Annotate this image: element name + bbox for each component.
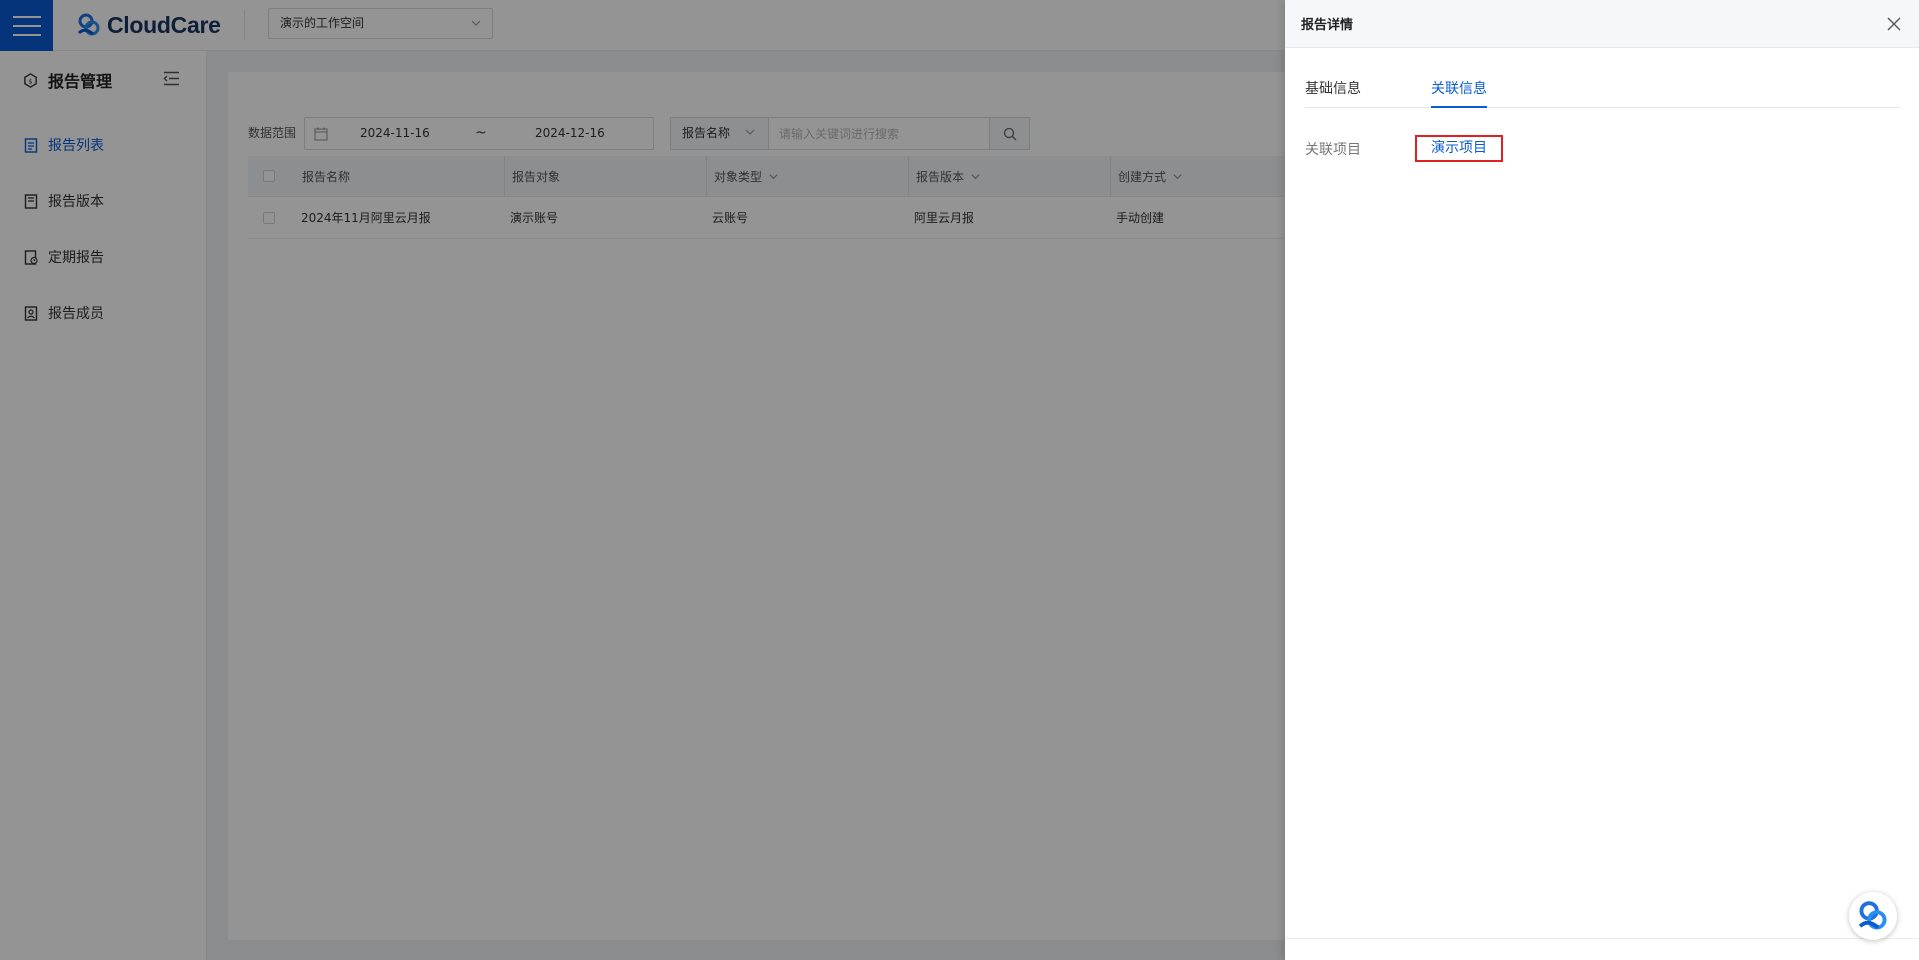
tab-related-info[interactable]: 关联信息	[1431, 78, 1487, 108]
cloudcare-logo-icon	[1858, 901, 1887, 930]
floating-assistant-button[interactable]	[1849, 892, 1897, 940]
related-project-label: 关联项目	[1305, 142, 1361, 158]
drawer-header: 报告详情	[1285, 0, 1919, 48]
divider	[1285, 938, 1919, 939]
related-project-link[interactable]: 演示项目	[1415, 135, 1503, 162]
report-detail-drawer: 报告详情 基础信息 关联信息 关联项目	[1285, 0, 1919, 960]
close-icon[interactable]	[1885, 15, 1903, 33]
drawer-title: 报告详情	[1301, 18, 1354, 33]
tab-basic-info[interactable]: 基础信息	[1305, 78, 1361, 108]
drawer-tabs: 基础信息 关联信息	[1305, 74, 1900, 108]
